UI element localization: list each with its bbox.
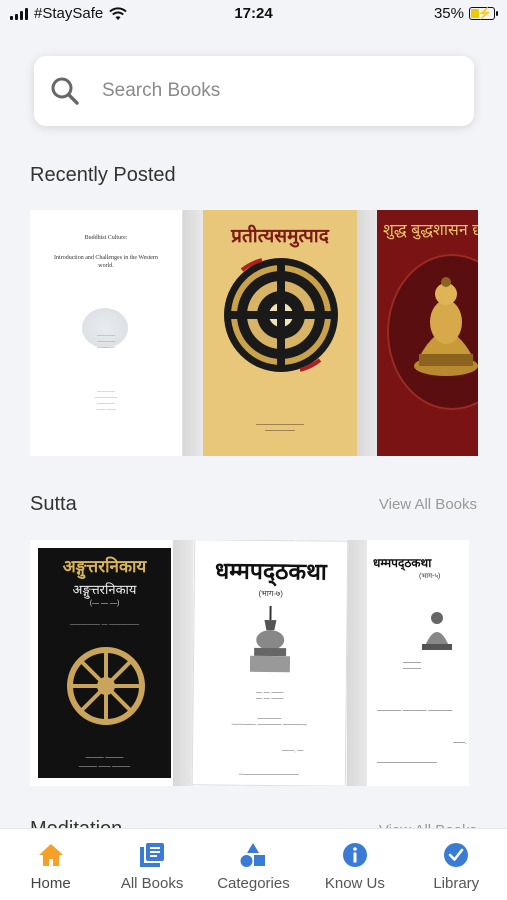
tab-all-books[interactable]: All Books bbox=[102, 829, 203, 900]
cover-small-print: —————————— bbox=[238, 771, 299, 779]
status-right: 35% ⚡ bbox=[433, 5, 498, 22]
dharma-wheel-image bbox=[67, 647, 145, 725]
tab-home[interactable]: Home bbox=[0, 829, 101, 900]
search-bar[interactable] bbox=[34, 56, 474, 126]
book-cover-title: Buddhist Culture: Introduction and Chall… bbox=[54, 235, 158, 269]
sutta-row[interactable]: अङ्गुत्तरनिकाय अङ्गुत्तरनिकाय (— — —) ——… bbox=[30, 540, 478, 786]
cover-small-print: ——— ——— ——— —— ——— bbox=[78, 755, 131, 770]
section-title-sutta: Sutta bbox=[30, 493, 77, 515]
wheel-of-life-image bbox=[224, 258, 338, 372]
tab-label-home: Home bbox=[30, 875, 71, 892]
book-cover-dhammapada-atthakatha-7[interactable]: धम्मपद्ठकथा (भाग-७) — — —— — — —— ———— ———… bbox=[191, 540, 349, 786]
tab-label-categories: Categories bbox=[217, 875, 290, 892]
tab-label-library: Library bbox=[433, 875, 480, 892]
book-cover-title: धम्मपद्ठकथा bbox=[373, 556, 432, 570]
cover-small-print: ——— ——— bbox=[403, 660, 421, 672]
books-icon bbox=[140, 843, 165, 867]
book-spine-strip bbox=[357, 210, 377, 456]
section-title-recently-posted: Recently Posted bbox=[30, 164, 176, 186]
info-icon bbox=[342, 843, 367, 867]
book-cover-shuddha-buddhashasan[interactable]: शुद्ध बुद्धशासन छगू bbox=[377, 210, 478, 456]
cover-small-print: ——. — bbox=[282, 748, 304, 755]
view-all-books-link[interactable]: View All Books bbox=[379, 496, 477, 513]
status-bar: #StaySafe 17:24 35% ⚡ bbox=[0, 0, 507, 28]
library-icon bbox=[444, 843, 469, 867]
book-spine-strip bbox=[347, 540, 367, 786]
book-cover-title: अङ्गुत्तरनिकाय bbox=[62, 557, 147, 576]
cover-small-print: — — —— — — —— bbox=[255, 689, 284, 703]
tab-categories[interactable]: Categories bbox=[203, 829, 304, 900]
book-cover-title: धम्मपद्ठकथा bbox=[214, 557, 327, 585]
tab-know-us[interactable]: Know Us bbox=[304, 829, 405, 900]
cover-small-print: ———— ————— ———— —— —— bbox=[94, 388, 118, 411]
book-cover-title: प्रतीत्यसमुत्पाद bbox=[231, 226, 329, 247]
cover-small-print: ——. bbox=[453, 740, 467, 746]
book-cover-subtitle: (भाग-५) bbox=[419, 573, 441, 580]
buddha-image bbox=[422, 612, 452, 650]
battery-percent: 35% bbox=[433, 5, 464, 22]
cover-small-print: ———— ———— ———— bbox=[97, 332, 115, 349]
status-time: 17:24 bbox=[234, 5, 273, 22]
cover-small-print: (— — —) bbox=[89, 600, 120, 607]
tab-label-know-us: Know Us bbox=[324, 875, 385, 892]
book-cover-anguttara-nikaya[interactable]: अङ्गुत्तरनिकाय अङ्गुत्तरनिकाय (— — —) ——… bbox=[30, 540, 173, 786]
book-cover-pratityasamutpada[interactable]: प्रतीत्यसमुत्पाद ———————— ————— bbox=[203, 210, 357, 456]
book-cover-dhammapada-atthakatha-5[interactable]: धम्मपद्ठकथा (भाग-५) ——— ——— ———— ———— ———… bbox=[367, 540, 469, 786]
cover-small-print: —————————— bbox=[377, 760, 437, 766]
book-cover-buddhist-culture[interactable]: Buddhist Culture: Introduction and Chall… bbox=[30, 210, 183, 456]
tab-library[interactable]: Library bbox=[406, 829, 507, 900]
recently-posted-row[interactable]: Buddhist Culture: Introduction and Chall… bbox=[30, 210, 478, 456]
categories-icon bbox=[240, 843, 266, 867]
book-cover-subtitle: अङ्गुत्तरनिकाय bbox=[72, 582, 137, 597]
buddha-statue-image bbox=[414, 277, 478, 376]
book-spine-strip bbox=[183, 210, 203, 456]
bottom-tab-bar: Home All Books Categories Know Us Librar… bbox=[0, 828, 507, 900]
home-icon bbox=[38, 844, 63, 866]
cover-small-print: ———————— ————— bbox=[256, 422, 304, 434]
cover-small-print: ————— — ————— bbox=[69, 622, 140, 628]
cover-small-print: ———— ———— ———— bbox=[377, 708, 453, 714]
battery-icon: ⚡ bbox=[469, 6, 498, 20]
book-spine-strip bbox=[173, 540, 193, 786]
search-input[interactable] bbox=[102, 74, 442, 108]
stupa-image bbox=[249, 605, 291, 673]
search-icon[interactable] bbox=[50, 76, 80, 106]
tab-label-all-books: All Books bbox=[120, 875, 184, 892]
book-cover-title: शुद्ध बुद्धशासन छगू bbox=[383, 222, 478, 239]
book-cover-subtitle: (भाग-७) bbox=[258, 588, 283, 599]
cover-small-print: ———— ———— ———— ———— bbox=[231, 715, 308, 729]
